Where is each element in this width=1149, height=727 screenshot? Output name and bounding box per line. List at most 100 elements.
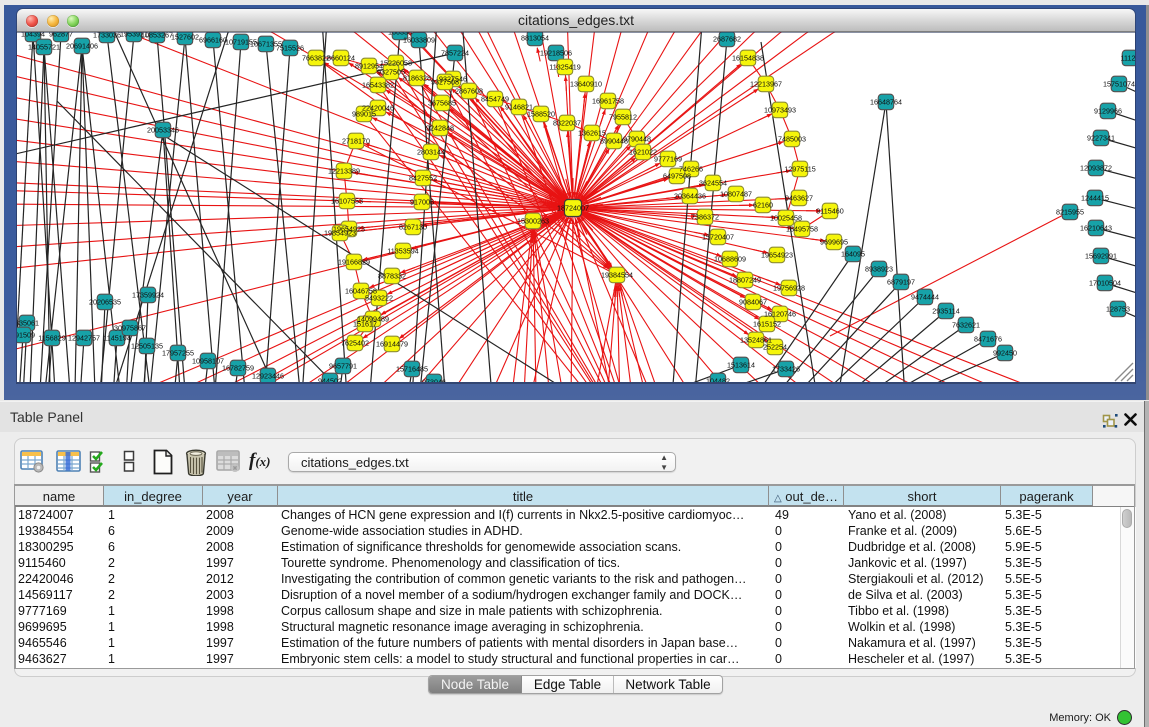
- svg-text:16782759: 16782759: [222, 364, 254, 373]
- svg-text:15300263: 15300263: [517, 217, 549, 226]
- svg-text:10853267: 10853267: [141, 32, 173, 40]
- svg-text:6966160: 6966160: [199, 36, 227, 45]
- svg-text:6879197: 6879197: [887, 278, 915, 287]
- svg-text:5493222: 5493222: [365, 294, 393, 303]
- svg-text:3675685: 3675685: [428, 99, 456, 108]
- svg-text:1527602: 1527602: [171, 33, 199, 42]
- svg-text:7485003: 7485003: [778, 135, 806, 144]
- svg-text:16210643: 16210643: [1080, 224, 1112, 233]
- svg-text:19218506: 19218506: [540, 49, 572, 58]
- svg-text:7632621: 7632621: [952, 321, 980, 330]
- svg-text:9463627: 9463627: [785, 194, 813, 203]
- svg-text:20206535: 20206535: [89, 298, 121, 307]
- svg-text:62160: 62160: [753, 201, 773, 210]
- svg-text:19756928: 19756928: [773, 284, 805, 293]
- svg-text:13640910: 13640910: [570, 80, 602, 89]
- svg-text:12923446: 12923446: [252, 372, 284, 381]
- svg-text:14055721: 14055721: [28, 43, 60, 52]
- svg-text:20691406: 20691406: [66, 42, 98, 51]
- svg-text:7515526: 7515526: [276, 44, 304, 53]
- svg-text:16648764: 16648764: [870, 98, 902, 107]
- svg-text:8471676: 8471676: [974, 335, 1002, 344]
- svg-text:1615152: 1615152: [753, 320, 781, 329]
- svg-text:15692991: 15692991: [1085, 252, 1117, 261]
- svg-text:9327508: 9327508: [431, 78, 459, 87]
- svg-text:2687682: 2687682: [713, 35, 741, 44]
- svg-text:10688609: 10688609: [714, 255, 746, 264]
- svg-text:16107553: 16107553: [331, 197, 363, 206]
- svg-text:20364436: 20364436: [674, 192, 706, 201]
- svg-text:7386372: 7386372: [691, 213, 719, 222]
- svg-text:30975867: 30975867: [114, 324, 146, 333]
- svg-text:2867608: 2867608: [455, 87, 483, 96]
- svg-text:15720407: 15720407: [702, 233, 734, 242]
- svg-text:9474444: 9474444: [911, 293, 939, 302]
- svg-text:835061: 835061: [17, 319, 39, 328]
- svg-text:104482: 104482: [706, 377, 730, 383]
- svg-text:8215955: 8215955: [1056, 208, 1084, 217]
- svg-text:9699695: 9699695: [820, 238, 848, 247]
- svg-text:8878332: 8878332: [378, 272, 406, 281]
- svg-text:989015: 989015: [352, 110, 376, 119]
- svg-text:19854923: 19854923: [324, 229, 356, 238]
- svg-text:8660124: 8660124: [327, 54, 355, 63]
- svg-text:8267130: 8267130: [399, 223, 427, 232]
- svg-text:1733036: 1733036: [93, 32, 121, 40]
- svg-text:9227341: 9227341: [1087, 134, 1115, 143]
- svg-text:10973493: 10973493: [764, 106, 796, 115]
- svg-text:104394: 104394: [21, 32, 45, 39]
- svg-text:9084067: 9084067: [739, 298, 767, 307]
- svg-text:9790448: 9790448: [623, 135, 651, 144]
- svg-text:252254: 252254: [763, 343, 787, 352]
- svg-text:16033809: 16033809: [403, 36, 435, 45]
- svg-text:8322037: 8322037: [553, 119, 581, 128]
- svg-text:12975115: 12975115: [784, 165, 815, 174]
- svg-text:9115460: 9115460: [816, 207, 843, 216]
- svg-text:17359924: 17359924: [132, 291, 164, 300]
- svg-text:962877: 962877: [49, 32, 73, 39]
- svg-text:151617: 151617: [353, 320, 377, 329]
- svg-text:973046: 973046: [422, 378, 446, 383]
- svg-text:10025458: 10025458: [770, 214, 802, 223]
- svg-text:12093872: 12093872: [1080, 164, 1112, 173]
- svg-text:1733426: 1733426: [772, 365, 800, 374]
- svg-text:11353594: 11353594: [387, 247, 418, 256]
- svg-text:9777169: 9777169: [654, 155, 682, 164]
- svg-text:1588520: 1588520: [527, 110, 555, 119]
- svg-text:16120746: 16120746: [764, 310, 796, 319]
- svg-text:16961758: 16961758: [592, 97, 624, 106]
- svg-text:2935114: 2935114: [932, 307, 959, 316]
- svg-text:12942757: 12942757: [68, 334, 100, 343]
- svg-text:917006: 917006: [410, 198, 434, 207]
- svg-text:10807487: 10807487: [720, 190, 752, 199]
- svg-text:9657791: 9657791: [329, 362, 357, 371]
- svg-text:16914479: 16914479: [376, 340, 408, 349]
- svg-text:15751074: 15751074: [1103, 80, 1135, 89]
- svg-text:9129966: 9129966: [1094, 107, 1122, 116]
- svg-text:7625402: 7625402: [341, 339, 369, 348]
- svg-text:1244415: 1244415: [1081, 194, 1109, 203]
- svg-text:19384554: 19384554: [601, 271, 633, 280]
- svg-text:7663822: 7663822: [302, 54, 330, 63]
- svg-text:391509: 391509: [17, 331, 35, 340]
- svg-text:9242848: 9242848: [426, 124, 454, 133]
- svg-text:7857224: 7857224: [441, 49, 469, 58]
- svg-text:12213967: 12213967: [750, 80, 782, 89]
- svg-text:1156829: 1156829: [38, 334, 65, 343]
- svg-text:19654923: 19654923: [761, 251, 793, 260]
- svg-text:8813054: 8813054: [521, 34, 549, 43]
- svg-text:3624554: 3624554: [699, 179, 727, 188]
- svg-text:18807249: 18807249: [729, 276, 761, 285]
- svg-text:2718170: 2718170: [342, 137, 370, 146]
- svg-text:9327505: 9327505: [377, 68, 405, 77]
- svg-text:2803144: 2803144: [417, 148, 445, 157]
- svg-text:15716485: 15716485: [396, 365, 428, 374]
- svg-text:8186328: 8186328: [403, 74, 431, 83]
- svg-text:10958107: 10958107: [192, 357, 224, 366]
- svg-text:6497508: 6497508: [663, 172, 691, 181]
- svg-text:1145194: 1145194: [103, 334, 130, 343]
- svg-text:7955812: 7955812: [609, 113, 637, 122]
- svg-text:992450: 992450: [993, 349, 1017, 358]
- svg-text:944502: 944502: [318, 377, 342, 383]
- svg-text:15226058: 15226058: [380, 59, 412, 68]
